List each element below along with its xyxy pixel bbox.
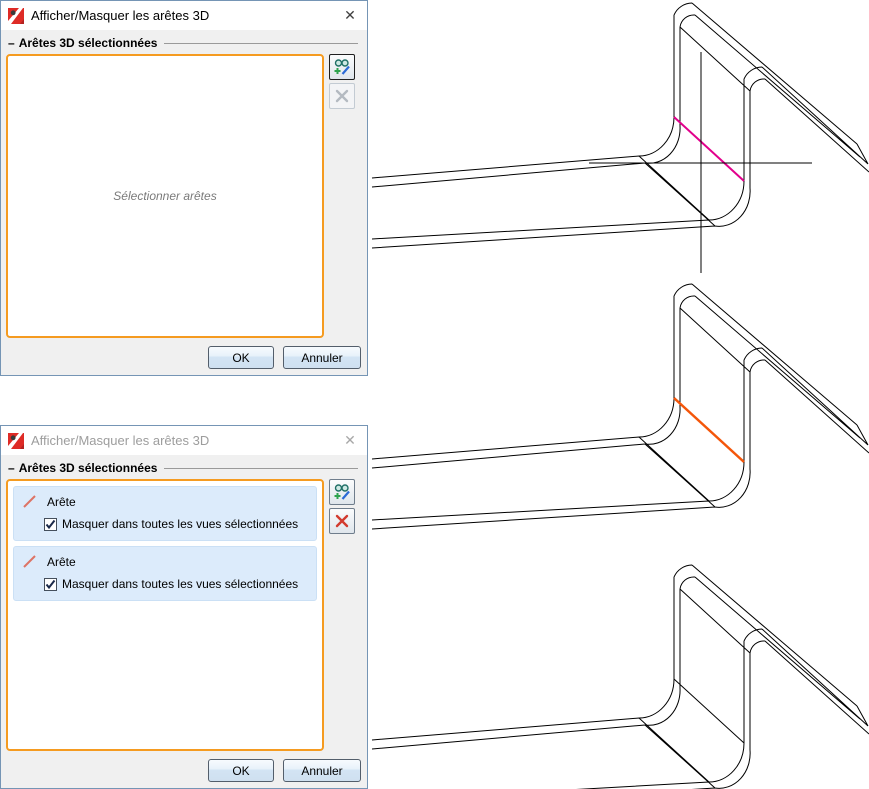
part-wireframe-middle[interactable] — [372, 284, 869, 529]
dialog-body: – Arêtes 3D sélectionnées Arête — [1, 455, 367, 788]
add-edges-icon — [333, 58, 351, 76]
selection-crosshair — [589, 52, 812, 273]
selected-edges-list[interactable]: Sélectionner arêtes — [6, 54, 324, 338]
delete-icon — [334, 513, 350, 529]
cancel-button[interactable]: Annuler — [283, 346, 361, 369]
delete-edge-button-disabled[interactable] — [329, 83, 355, 109]
selected-edge-magenta[interactable] — [674, 117, 744, 181]
edge-item[interactable]: Arête Masquer dans toutes les vues sélec… — [13, 486, 317, 541]
add-edges-icon — [333, 483, 351, 501]
bend-edge-bottom[interactable] — [674, 679, 744, 743]
groupbox-header: – Arêtes 3D sélectionnées — [8, 36, 360, 50]
edge-item-label: Arête — [47, 495, 76, 509]
ok-button[interactable]: OK — [208, 759, 274, 782]
cancel-button[interactable]: Annuler — [283, 759, 361, 782]
edge-item-label: Arête — [47, 555, 76, 569]
groupbox-dash: – — [8, 36, 15, 50]
app-logo-icon — [8, 8, 24, 24]
check-icon — [45, 579, 56, 590]
check-icon — [45, 519, 56, 530]
groupbox-label: Arêtes 3D sélectionnées — [19, 461, 158, 475]
dialog-title: Afficher/Masquer les arêtes 3D — [31, 433, 209, 448]
groupbox-rule — [164, 468, 358, 469]
titlebar[interactable]: Afficher/Masquer les arêtes 3D ✕ — [1, 426, 367, 455]
hide-in-views-label: Masquer dans toutes les vues sélectionné… — [62, 517, 298, 531]
app-logo-icon — [8, 433, 24, 449]
list-placeholder: Sélectionner arêtes — [113, 189, 216, 203]
hide-in-views-checkbox[interactable] — [44, 578, 57, 591]
hide-in-views-checkbox[interactable] — [44, 518, 57, 531]
groupbox-header: – Arêtes 3D sélectionnées — [8, 461, 360, 475]
titlebar[interactable]: Afficher/Masquer les arêtes 3D ✕ — [1, 1, 367, 30]
close-icon[interactable]: ✕ — [339, 430, 361, 452]
edge-line-icon — [22, 494, 37, 509]
dialog-title: Afficher/Masquer les arêtes 3D — [31, 8, 209, 23]
groupbox-dash: – — [8, 461, 15, 475]
selected-edge-orange[interactable] — [674, 398, 744, 462]
part-wireframe-top[interactable] — [372, 3, 869, 248]
hide-in-views-label: Masquer dans toutes les vues sélectionné… — [62, 577, 298, 591]
edge-line-icon — [22, 554, 37, 569]
dialog-show-hide-edges-inactive: Afficher/Masquer les arêtes 3D ✕ – Arête… — [0, 425, 368, 789]
dialog-show-hide-edges-active: Afficher/Masquer les arêtes 3D ✕ – Arête… — [0, 0, 368, 376]
edge-item[interactable]: Arête Masquer dans toutes les vues sélec… — [13, 546, 317, 601]
part-wireframe-bottom[interactable] — [372, 565, 869, 789]
selected-edges-list[interactable]: Arête Masquer dans toutes les vues sélec… — [6, 479, 324, 751]
close-icon[interactable]: ✕ — [339, 5, 361, 27]
groupbox-label: Arêtes 3D sélectionnées — [19, 36, 158, 50]
groupbox-rule — [164, 43, 358, 44]
add-edges-button[interactable] — [329, 54, 355, 80]
delete-icon — [334, 88, 350, 104]
dialog-body: – Arêtes 3D sélectionnées Sélectionner a… — [1, 30, 367, 375]
add-edges-button[interactable] — [329, 479, 355, 505]
delete-edge-button[interactable] — [329, 508, 355, 534]
ok-button[interactable]: OK — [208, 346, 274, 369]
